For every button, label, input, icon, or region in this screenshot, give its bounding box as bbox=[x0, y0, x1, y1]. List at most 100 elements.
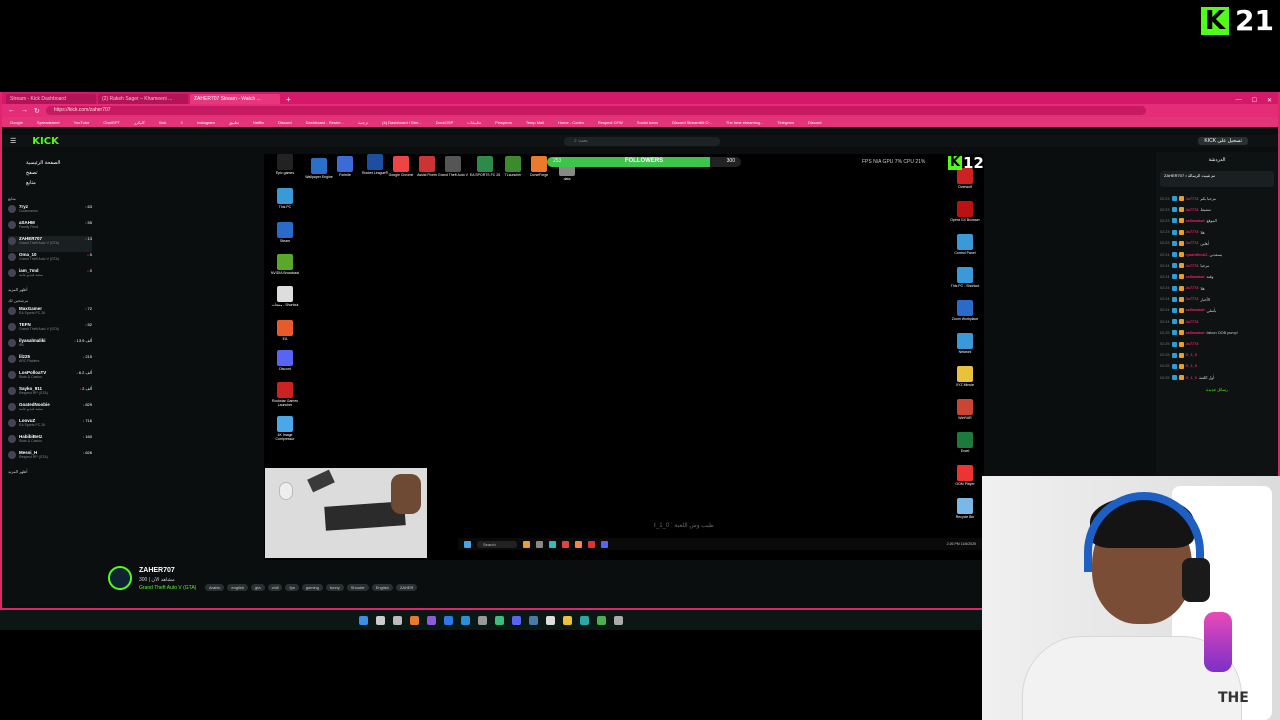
app-icon[interactable] bbox=[410, 615, 419, 625]
channel-item[interactable]: GoatedNoobieمنصة فيديو عامة829 bbox=[8, 402, 92, 418]
channel-item[interactable]: ilyasalmalikiIRL13.9 ألف bbox=[8, 338, 92, 354]
desktop-icon[interactable]: 4K Image Compressor bbox=[268, 416, 302, 441]
bookmark[interactable]: Discord bbox=[278, 120, 292, 125]
chat-username[interactable]: sallmalawi bbox=[1186, 275, 1205, 279]
streamer-avatar[interactable] bbox=[108, 566, 132, 590]
desktop-icon[interactable]: Opera GX Browser bbox=[948, 201, 982, 222]
bookmark[interactable]: Social icons bbox=[637, 120, 658, 125]
video-player[interactable]: Epic games Wallpaper Engine Fortnite Rocket… bbox=[264, 154, 984, 560]
stream-category[interactable]: Grand Theft Auto V (GTA) bbox=[139, 585, 196, 591]
tag-chip[interactable]: gaming bbox=[301, 584, 323, 591]
bookmark[interactable]: Discord StreamKit O... bbox=[672, 120, 712, 125]
chat-username[interactable]: Jo7773 bbox=[1186, 286, 1199, 290]
desktop-icon[interactable]: NVIDIA Broadcast bbox=[268, 254, 302, 275]
desktop-icon[interactable]: Discord bbox=[268, 350, 302, 371]
chat-username[interactable]: Jo7773 bbox=[1186, 297, 1199, 301]
desktop-icon[interactable]: Excel bbox=[948, 432, 982, 453]
bookmark[interactable]: Dashboard - Restre... bbox=[306, 120, 344, 125]
channel-item[interactable]: MaxGamerEA Sports FC 2672 bbox=[8, 306, 92, 322]
new-tab-icon[interactable]: + bbox=[282, 95, 295, 104]
bookmark[interactable]: ChatGPT bbox=[103, 120, 120, 125]
windows-start-icon[interactable] bbox=[359, 615, 368, 625]
pinned-message[interactable]: ZAHER707 • تم تثبيت الرسالة bbox=[1160, 171, 1274, 187]
bookmark[interactable]: Respect CFW bbox=[598, 120, 623, 125]
chat-username[interactable]: O_1_0 bbox=[1186, 364, 1197, 368]
bookmark[interactable]: تطبيقات bbox=[467, 120, 481, 125]
bookmark[interactable]: Instagram bbox=[197, 120, 215, 125]
desktop-icon[interactable]: This PC - Shortcut bbox=[948, 267, 982, 288]
tag-chip[interactable]: Shooter bbox=[346, 584, 369, 591]
channel-item[interactable]: HabibiBetzSlots & Casino160 bbox=[8, 434, 92, 450]
desktop-icon[interactable]: WinRAR bbox=[948, 399, 982, 420]
app-icon[interactable] bbox=[614, 615, 623, 625]
channel-item[interactable]: iam_7mdمنصة فيديو عامة0 bbox=[8, 268, 92, 284]
tag-chip[interactable]: Arabic bbox=[205, 584, 225, 591]
nav-home[interactable]: الصفحة الرئيسية bbox=[26, 160, 92, 166]
steam-icon[interactable] bbox=[529, 615, 538, 625]
channel-item[interactable]: aSAHMFamily Feud55 bbox=[8, 220, 92, 236]
bookmark[interactable]: Kick bbox=[159, 120, 167, 125]
tag-chip[interactable]: fps bbox=[285, 584, 299, 591]
tag-chip[interactable]: chill bbox=[267, 584, 283, 591]
channel-item[interactable]: Messi_HRespect RP (GTA)626 bbox=[8, 450, 92, 466]
channel-item[interactable]: Oma_10Grand Theft Auto V (GTA)5 bbox=[8, 252, 92, 268]
bookmark[interactable]: Home - Codex bbox=[558, 120, 584, 125]
tag-chip[interactable]: english bbox=[227, 584, 249, 591]
desktop-icon[interactable]: GOM Player bbox=[948, 465, 982, 486]
bookmark[interactable]: Google bbox=[10, 120, 23, 125]
tag-chip[interactable]: gta bbox=[251, 584, 265, 591]
url-field[interactable]: https://kick.com/zaher707 bbox=[45, 106, 1146, 115]
desktop-icon[interactable]: منتجات - Shortcut bbox=[268, 286, 302, 307]
search-input[interactable]: ⌕ بحث bbox=[564, 137, 720, 146]
login-button[interactable]: KICK تسجيل على bbox=[1198, 137, 1248, 145]
desktop-icon[interactable]: EA bbox=[268, 320, 302, 341]
app-icon[interactable] bbox=[444, 615, 453, 625]
tag-chip[interactable]: English bbox=[371, 584, 393, 591]
channel-item[interactable]: TEFNGrand Theft Auto V (GTA)52 bbox=[8, 322, 92, 338]
chat-username[interactable]: Jo7773 bbox=[1186, 264, 1199, 268]
channel-item[interactable]: 7ryzCookmannn63 bbox=[8, 204, 92, 220]
app-icon[interactable] bbox=[427, 615, 436, 625]
kick-logo[interactable]: KICK bbox=[32, 136, 59, 147]
desktop-icon[interactable]: This PC bbox=[268, 188, 302, 209]
channel-item[interactable]: ZAHER707Grand Theft Auto V (GTA)13 bbox=[8, 236, 92, 252]
chat-username[interactable]: Jo7773 bbox=[1186, 342, 1199, 346]
desktop-icon[interactable]: XYZ Minute bbox=[948, 366, 982, 387]
tab-youtube[interactable]: (2) Rakeh Sager – Khameeni ... bbox=[98, 94, 188, 104]
chat-username[interactable]: O_1_0 bbox=[1186, 353, 1197, 357]
app-icon[interactable] bbox=[512, 615, 521, 625]
minimize-icon[interactable]: — bbox=[1236, 97, 1242, 104]
desktop-icon[interactable]: Fortnite bbox=[328, 156, 362, 177]
streamer-name[interactable]: ZAHER707 bbox=[139, 567, 175, 574]
bookmark[interactable]: Discord bbox=[808, 120, 822, 125]
taskview-icon[interactable] bbox=[393, 615, 402, 625]
search-icon[interactable] bbox=[376, 615, 385, 625]
show-more-link[interactable]: أظهر المزيد bbox=[8, 287, 92, 292]
maximize-icon[interactable]: ☐ bbox=[1252, 97, 1257, 104]
desktop-icon[interactable]: Rockstar Games Launcher bbox=[268, 382, 302, 407]
desktop-icon[interactable]: Network bbox=[948, 333, 982, 354]
bookmark[interactable]: Pinspiron bbox=[495, 120, 512, 125]
tab-kick-dashboard[interactable]: Stream - Kick Dashboard bbox=[6, 94, 96, 104]
chat-username[interactable]: Jo7773 bbox=[1186, 241, 1199, 245]
vscode-icon[interactable] bbox=[461, 615, 470, 625]
app-icon[interactable] bbox=[495, 615, 504, 625]
menu-icon[interactable]: ☰ bbox=[10, 137, 16, 145]
chat-username[interactable]: sallmalawi bbox=[1186, 219, 1205, 223]
desktop-icon[interactable]: Control Panel bbox=[948, 234, 982, 255]
chat-username[interactable]: sallmalawi bbox=[1186, 308, 1205, 312]
reload-icon[interactable]: ↻ bbox=[34, 107, 40, 115]
forward-icon[interactable]: → bbox=[21, 107, 28, 114]
bookmark[interactable]: X bbox=[180, 120, 183, 125]
show-more-link[interactable]: أظهر المزيد bbox=[8, 469, 92, 474]
chat-username[interactable]: Jo7773 bbox=[1186, 197, 1199, 201]
app-icon[interactable] bbox=[546, 615, 555, 625]
bookmark[interactable]: The best streaming... bbox=[726, 120, 764, 125]
channel-item[interactable]: LosPolloaTVSlots & Casino6.2 ألف bbox=[8, 370, 92, 386]
close-icon[interactable]: ✕ bbox=[1267, 97, 1272, 104]
tag-chip[interactable]: ZAHER bbox=[395, 584, 418, 591]
desktop-icon[interactable]: Steam bbox=[268, 222, 302, 243]
bookmark[interactable]: Temp Mail bbox=[526, 120, 544, 125]
bookmark[interactable]: DuckOSP bbox=[436, 120, 454, 125]
desktop-icon[interactable]: Recycle Bin bbox=[948, 498, 982, 519]
